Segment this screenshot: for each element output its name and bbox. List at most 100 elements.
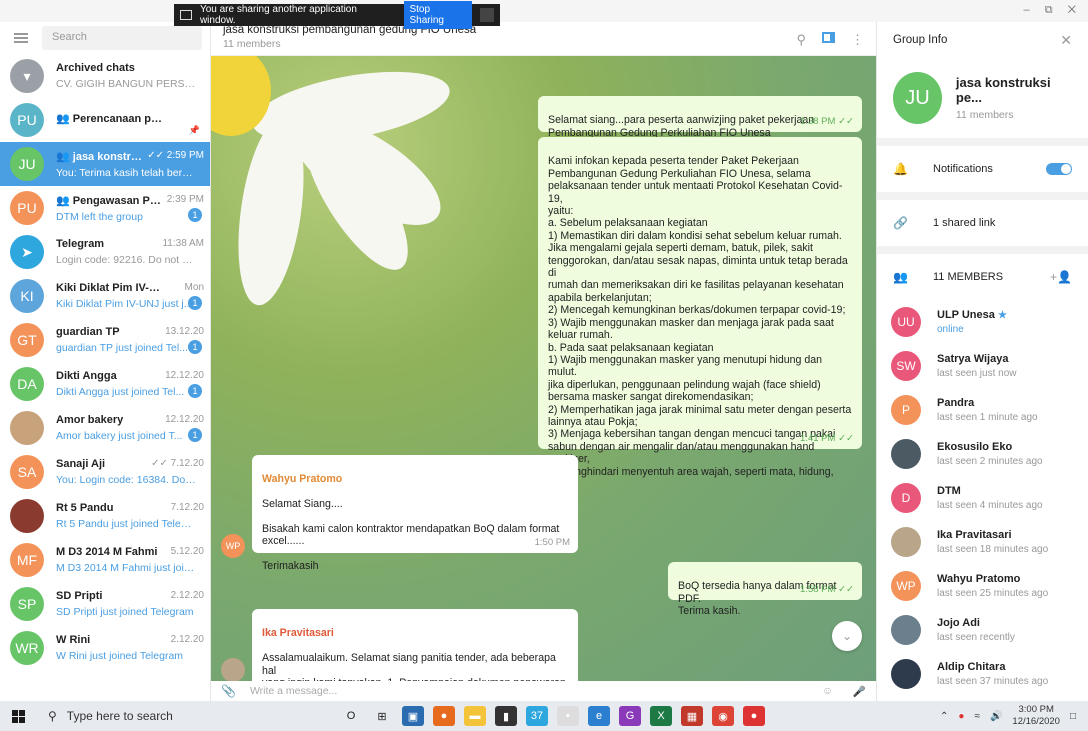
chat-list-item[interactable]: DA Dikti Angga 12.12.20 Dikti Angga just…	[0, 362, 210, 406]
chat-list-item[interactable]: SA Sanaji Aji ✓✓ 7.12.20 You: Login code…	[0, 450, 210, 494]
clock-time: 3:00 PM	[1018, 704, 1054, 715]
clock[interactable]: 3:00 PM 12/16/2020	[1012, 704, 1060, 728]
chat-preview: DTM left the group	[56, 210, 143, 223]
chat-name-text: Sanaji Aji	[56, 458, 106, 470]
group-avatar[interactable]: JU	[893, 72, 942, 124]
chat-item-body: 👥 Perencanaan pembangun...	[56, 112, 204, 129]
search-icon[interactable]: ⚲	[796, 32, 806, 48]
message-sender[interactable]: Ika Pravitasari	[262, 627, 568, 639]
app-icon[interactable]: ▪	[557, 706, 579, 726]
close-icon[interactable]: ✕	[1060, 32, 1072, 49]
member-item[interactable]: SW Satrya Wijaya last seen just now	[877, 344, 1088, 388]
tray-app-icon[interactable]: ●	[958, 711, 964, 722]
excel-icon[interactable]: X	[650, 706, 672, 726]
app-red-icon[interactable]: ●	[743, 706, 765, 726]
unread-badge: 1	[188, 428, 202, 442]
member-name: Ika Pravitasari	[937, 529, 1048, 541]
chat-list-item[interactable]: PU 👥 Perencanaan pembangun... 📌	[0, 98, 210, 142]
member-name-text: Aldip Chitara	[937, 661, 1006, 673]
member-name-text: Ika Pravitasari	[937, 529, 1012, 541]
outgoing-message[interactable]: Selamat siang...para peserta aanwizjing …	[538, 96, 862, 139]
firefox-icon[interactable]: ●	[433, 706, 455, 726]
hamburger-menu-icon[interactable]	[14, 33, 28, 43]
stop-sharing-button[interactable]: Stop Sharing	[404, 1, 473, 29]
minimize-banner-button[interactable]	[480, 8, 494, 22]
member-body: Pandra last seen 1 minute ago	[937, 397, 1038, 423]
start-button[interactable]	[0, 709, 36, 723]
notification-center-icon[interactable]: □	[1070, 711, 1076, 722]
member-avatar	[891, 527, 921, 557]
bell-icon: 🔔	[893, 162, 908, 176]
taskbar-search[interactable]: ⚲ Type here to search	[36, 701, 296, 731]
incoming-message[interactable]: Ika Pravitasari Assalamualaikum. Selamat…	[252, 609, 578, 681]
add-member-icon[interactable]: +👤	[1050, 270, 1072, 284]
message-input[interactable]: Write a message...	[250, 685, 337, 697]
chat-list-item[interactable]: Rt 5 Pandu 7.12.20 Rt 5 Pandu just joine…	[0, 494, 210, 538]
cortana-icon[interactable]: O	[340, 706, 362, 726]
chat-list-item[interactable]: KI Kiki Diklat Pim IV-UNJ Mon Kiki Dikla…	[0, 274, 210, 318]
chat-name: guardian TP	[56, 326, 120, 338]
screen-app-icon[interactable]: ▣	[402, 706, 424, 726]
outgoing-message[interactable]: Kami infokan kepada peserta tender Paket…	[538, 137, 862, 502]
file-explorer-icon[interactable]: ▬	[464, 706, 486, 726]
sender-avatar[interactable]: WP	[221, 534, 245, 558]
member-item[interactable]: P Pandra last seen 1 minute ago	[877, 388, 1088, 432]
chat-preview: Login code: 92216. Do not give...	[56, 254, 196, 266]
chat-avatar: SP	[10, 587, 44, 621]
window-controls[interactable]: – ⧉ ✕	[1024, 4, 1082, 17]
chat-list-item[interactable]: JU 👥 jasa konstruks... ✓✓ 2:59 PM You: T…	[0, 142, 210, 186]
notifications-row[interactable]: 🔔 Notifications	[877, 146, 1088, 192]
store-icon[interactable]: ▮	[495, 706, 517, 726]
chrome-icon[interactable]: ◉	[712, 706, 734, 726]
chat-preview: SD Pripti just joined Telegram	[56, 606, 194, 618]
chat-name: 👥 jasa konstruks...	[56, 150, 147, 163]
windows-taskbar: ⚲ Type here to search O ⊞ ▣ ● ▬ ▮ 37 ▪ e G X ▦ ◉ ● ⌃ …	[0, 701, 1088, 731]
chat-list-item[interactable]: GT guardian TP 13.12.20 guardian TP just…	[0, 318, 210, 362]
outgoing-message[interactable]: BoQ tersedia hanya dalam format PDF. Ter…	[668, 562, 862, 617]
network-icon[interactable]: ≈	[974, 711, 980, 722]
emoji-icon[interactable]: ☺	[822, 685, 833, 698]
edge-icon[interactable]: e	[588, 706, 610, 726]
attach-icon[interactable]: 📎	[221, 684, 236, 698]
notifications-toggle[interactable]	[1046, 163, 1072, 175]
search-input[interactable]: Search	[42, 26, 202, 50]
tray-chevron-icon[interactable]: ⌃	[940, 711, 948, 722]
chat-time: 12.12.20	[165, 370, 204, 381]
chat-list-item[interactable]: ➤ Telegram 11:38 AM Login code: 92216. D…	[0, 230, 210, 274]
member-item[interactable]: Aldip Chitara last seen 37 minutes ago	[877, 652, 1088, 696]
chat-preview: Rt 5 Pandu just joined Telegram	[56, 518, 196, 530]
chat-list-item[interactable]: SP SD Pripti 2.12.20 SD Pripti just join…	[0, 582, 210, 626]
sender-avatar[interactable]	[221, 658, 245, 681]
app-grid-icon[interactable]: ▦	[681, 706, 703, 726]
member-item[interactable]: Jojo Adi last seen recently	[877, 608, 1088, 652]
member-item[interactable]: Ika Pravitasari last seen 18 minutes ago	[877, 520, 1088, 564]
member-item[interactable]: D DTM last seen 4 minutes ago	[877, 476, 1088, 520]
telegram-icon[interactable]: 37	[526, 706, 548, 726]
shared-links-row[interactable]: 🔗 1 shared link	[877, 200, 1088, 246]
chat-list-item[interactable]: ▾ Archived chats CV. GIGIH BANGUN PERSAD…	[0, 54, 210, 98]
chat-name: Amor bakery	[56, 414, 123, 426]
chat-name: Telegram	[56, 238, 104, 250]
more-options-icon[interactable]: ⋮	[851, 32, 864, 48]
app-g-icon[interactable]: G	[619, 706, 641, 726]
side-panel-icon[interactable]	[822, 32, 835, 43]
scroll-to-bottom-button[interactable]: ⌄	[832, 621, 862, 651]
chat-header[interactable]: jasa konstruksi pembangunan gedung FIO U…	[211, 22, 876, 56]
chat-list-item[interactable]: MF M D3 2014 M Fahmi 5.12.20 M D3 2014 M…	[0, 538, 210, 582]
message-composer: 📎 Write a message... ☺ 🎤	[211, 681, 876, 701]
chat-list-item[interactable]: WR W Rini 2.12.20 W Rini just joined Tel…	[0, 626, 210, 670]
message-sender[interactable]: Wahyu Pratomo	[262, 473, 568, 485]
chat-item-top: M D3 2014 M Fahmi 5.12.20	[56, 546, 204, 558]
task-view-icon[interactable]: ⊞	[371, 706, 393, 726]
incoming-message[interactable]: Wahyu Pratomo Selamat Siang.... Bisakah …	[252, 455, 578, 572]
chat-list-item[interactable]: PU 👥 Pengawasan Pem... 2:39 PM DTM left …	[0, 186, 210, 230]
chat-list-item[interactable]: Amor bakery 12.12.20 Amor bakery just jo…	[0, 406, 210, 450]
member-item[interactable]: WP Wahyu Pratomo last seen 25 minutes ag…	[877, 564, 1088, 608]
chat-item-top: Kiki Diklat Pim IV-UNJ Mon	[56, 282, 204, 294]
member-item[interactable]: Ekosusilo Eko last seen 2 minutes ago	[877, 432, 1088, 476]
member-item[interactable]: UU ULP Unesa ★ online	[877, 300, 1088, 344]
volume-icon[interactable]: 🔊	[990, 711, 1002, 722]
chat-avatar: GT	[10, 323, 44, 357]
message-area[interactable]: Selamat siang...para peserta aanwizjing …	[211, 56, 876, 681]
microphone-icon[interactable]: 🎤	[853, 685, 866, 698]
